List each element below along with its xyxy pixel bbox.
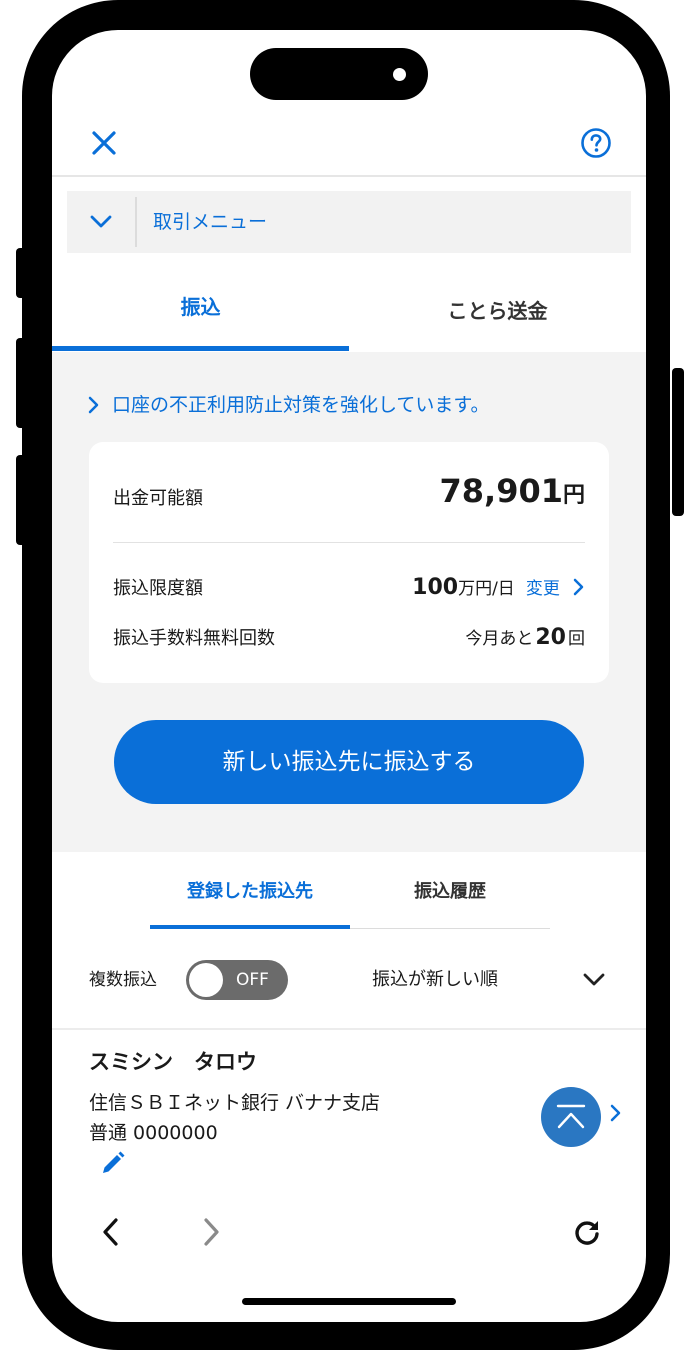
tab-active-indicator xyxy=(52,346,349,351)
list-divider xyxy=(52,1028,646,1030)
multi-transfer-toggle[interactable]: OFF xyxy=(186,960,288,1000)
balance-card: 出金可能額 78,901円 振込限度額 100万円/日 変更 振込手数料無料回数… xyxy=(89,442,609,683)
tab-transfer-history-label: 振込履歴 xyxy=(414,881,486,902)
tab-transfer[interactable]: 振込 xyxy=(52,285,349,343)
screen: 取引メニュー 振込 ことら送金 口座の不正利用防止対策を強化しています。 出金可… xyxy=(52,30,646,1322)
sub-tab-active-indicator xyxy=(150,925,350,929)
menu-separator xyxy=(135,197,137,247)
mute-switch xyxy=(16,248,26,298)
tab-registered-payees-label: 登録した振込先 xyxy=(187,881,313,902)
chevron-right-icon xyxy=(88,396,100,414)
dynamic-island xyxy=(250,48,428,100)
scroll-to-top-button[interactable] xyxy=(541,1087,601,1147)
notice-text: 口座の不正利用防止対策を強化しています。 xyxy=(112,394,490,416)
menu-label: 取引メニュー xyxy=(153,211,268,233)
chevron-down-icon xyxy=(89,213,113,231)
scroll-top-icon xyxy=(556,1104,586,1129)
volume-up-button xyxy=(16,338,26,428)
tab-transfer-label: 振込 xyxy=(180,295,221,319)
free-fee-prefix: 今月あと xyxy=(465,629,534,649)
sort-select[interactable]: 振込が新しい順 xyxy=(372,960,612,1000)
limit-change-link[interactable]: 変更 xyxy=(526,579,560,599)
limit-label: 振込限度額 xyxy=(113,578,203,599)
multi-transfer-label: 複数振込 xyxy=(89,970,157,990)
chevron-right-icon[interactable] xyxy=(573,578,585,596)
transaction-menu-bar[interactable]: 取引メニュー xyxy=(67,191,631,253)
header-divider xyxy=(52,175,646,177)
payee-name: スミシン タロウ xyxy=(89,1050,257,1074)
toggle-state: OFF xyxy=(236,970,269,990)
reload-icon[interactable] xyxy=(572,1218,602,1248)
tab-kotora-label: ことら送金 xyxy=(447,299,548,323)
new-transfer-button[interactable]: 新しい振込先に振込する xyxy=(114,720,584,804)
payee-account: 普通 0000000 xyxy=(89,1122,218,1144)
tab-kotora[interactable]: ことら送金 xyxy=(349,285,646,343)
chevron-right-icon xyxy=(610,1104,622,1122)
payee-bank: 住信ＳＢＩネット銀行 バナナ支店 xyxy=(89,1092,381,1114)
balance-amount: 78,901 xyxy=(439,472,563,510)
close-icon[interactable] xyxy=(90,129,118,157)
power-button xyxy=(672,368,684,516)
balance-amount-group: 78,901円 xyxy=(440,472,586,510)
volume-down-button xyxy=(16,455,26,545)
help-icon[interactable] xyxy=(580,127,612,159)
free-fee-unit: 回 xyxy=(568,629,585,649)
balance-label: 出金可能額 xyxy=(113,488,203,509)
free-fee-label: 振込手数料無料回数 xyxy=(113,628,275,649)
card-divider xyxy=(113,542,585,543)
camera-dot xyxy=(393,68,406,81)
chevron-down-icon xyxy=(582,972,606,988)
back-icon[interactable] xyxy=(100,1216,122,1248)
tab-transfer-history[interactable]: 振込履歴 xyxy=(350,872,550,922)
limit-value-group: 100万円/日 変更 xyxy=(412,572,585,605)
pencil-icon[interactable] xyxy=(100,1150,126,1176)
limit-unit: 万円/日 xyxy=(458,579,515,599)
limit-value: 100 xyxy=(412,575,459,600)
forward-icon[interactable] xyxy=(200,1216,222,1248)
balance-unit: 円 xyxy=(562,483,585,508)
tab-registered-payees[interactable]: 登録した振込先 xyxy=(150,872,350,922)
home-indicator xyxy=(242,1298,456,1305)
toggle-knob xyxy=(189,963,223,997)
sort-label: 振込が新しい順 xyxy=(372,969,498,990)
free-fee-value-group: 今月あと20 回 xyxy=(465,622,585,655)
free-fee-count: 20 xyxy=(535,625,566,650)
